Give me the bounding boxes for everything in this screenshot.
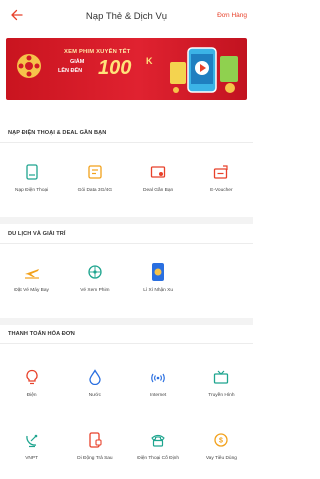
service-label: Internet <box>149 393 167 398</box>
phone-promo-icon <box>170 47 238 93</box>
service-label: Điện <box>26 393 37 398</box>
loan-coin-icon: $ <box>211 430 231 450</box>
wifi-icon <box>148 367 168 387</box>
service-landline[interactable]: Điện Thoại Cố Định <box>127 430 190 462</box>
bills-grid-row-1: Điện Nước Internet Truyền Hình <box>0 367 253 399</box>
divider <box>0 343 253 344</box>
empty-cell <box>190 262 253 294</box>
service-lucky-money[interactable]: Lì Xì Nhận Xu <box>127 262 190 294</box>
banner-discount-label: GIẢM <box>70 59 85 65</box>
page-title: Nạp Thẻ & Dịch Vụ <box>85 11 168 22</box>
service-label: Đặt Vé Máy Bay <box>14 288 49 293</box>
voucher-icon <box>211 162 231 182</box>
service-internet[interactable]: Internet <box>127 367 190 399</box>
orders-link[interactable]: Đơn Hàng <box>217 12 247 19</box>
service-label: Vé Xem Phim <box>80 288 110 293</box>
service-label: Gói Data 3G/4G <box>77 188 113 193</box>
top-bar: Nạp Thẻ & Dịch Vụ Đơn Hàng <box>0 0 253 36</box>
service-data-package[interactable]: Gói Data 3G/4G <box>63 162 126 194</box>
service-label: Di Động Trả Sau <box>77 456 113 461</box>
bills-grid-row-2: VNPT Di Động Trả Sau Điện Thoại Cố Định … <box>0 430 253 462</box>
mobile-postpaid-icon <box>85 430 105 450</box>
ticket-icon <box>148 162 168 182</box>
svg-text:$: $ <box>219 438 223 445</box>
service-postpaid-mobile[interactable]: Di Động Trả Sau <box>63 430 126 462</box>
section-title-bills: THANH TOÁN HÓA ĐƠN <box>8 331 75 337</box>
data-package-icon <box>85 162 105 182</box>
service-label: VNPT <box>25 456 39 461</box>
back-button[interactable] <box>10 8 28 26</box>
banner-headline: XEM PHIM XUYÊN TẾT <box>64 49 131 55</box>
service-flight[interactable]: Đặt Vé Máy Bay <box>0 262 63 294</box>
movie-reel-icon <box>17 54 41 78</box>
tv-icon <box>211 367 231 387</box>
banner-amount-unit: K <box>146 56 153 66</box>
landline-phone-icon <box>148 430 168 450</box>
section-divider <box>0 318 253 325</box>
banner-amount: 100 <box>98 57 132 79</box>
section-title-travel: DU LỊCH VÀ GIẢI TRÍ <box>8 231 66 237</box>
section-title-topup: NẠP ĐIỆN THOẠI & DEAL GẦN BẠN <box>8 130 107 136</box>
service-consumer-loan[interactable]: $ Vay Tiêu Dùng <box>190 430 253 462</box>
banner-upto-label: LÊN ĐẾN <box>58 68 83 74</box>
topup-grid: Nạp Điện Thoại Gói Data 3G/4G Deal Gần B… <box>0 162 253 194</box>
service-vnpt[interactable]: VNPT <box>0 430 63 462</box>
promo-banner[interactable]: XEM PHIM XUYÊN TẾT GIẢM LÊN ĐẾN 100 K <box>6 38 247 100</box>
service-label: Lì Xì Nhận Xu <box>143 288 174 293</box>
service-label: Nạp Điện Thoại <box>15 188 49 193</box>
service-label: Nước <box>88 393 101 398</box>
lightbulb-icon <box>22 367 42 387</box>
movie-icon <box>85 262 105 282</box>
service-evoucher[interactable]: E-Voucher <box>190 162 253 194</box>
divider <box>0 142 253 143</box>
phone-icon <box>22 162 42 182</box>
arrow-left-icon <box>11 9 23 21</box>
service-label: Truyền Hình <box>208 393 235 398</box>
service-water[interactable]: Nước <box>63 367 126 399</box>
airplane-icon <box>22 262 42 282</box>
section-divider <box>0 217 253 224</box>
service-movie-ticket[interactable]: Vé Xem Phim <box>63 262 126 294</box>
water-drop-icon <box>85 367 105 387</box>
service-label: E-Voucher <box>210 188 233 193</box>
divider <box>0 243 253 244</box>
service-nearby-deal[interactable]: Deal Gần Bạn <box>127 162 190 194</box>
service-label: Vay Tiêu Dùng <box>205 456 237 461</box>
service-electricity[interactable]: Điện <box>0 367 63 399</box>
satellite-icon <box>22 430 42 450</box>
service-label: Điện Thoại Cố Định <box>137 456 180 461</box>
service-tv[interactable]: Truyền Hình <box>190 367 253 399</box>
red-envelope-icon <box>148 262 168 282</box>
service-label: Deal Gần Bạn <box>143 188 174 193</box>
travel-grid: Đặt Vé Máy Bay Vé Xem Phim Lì Xì Nhận Xu <box>0 262 253 294</box>
service-phone-topup[interactable]: Nạp Điện Thoại <box>0 162 63 194</box>
